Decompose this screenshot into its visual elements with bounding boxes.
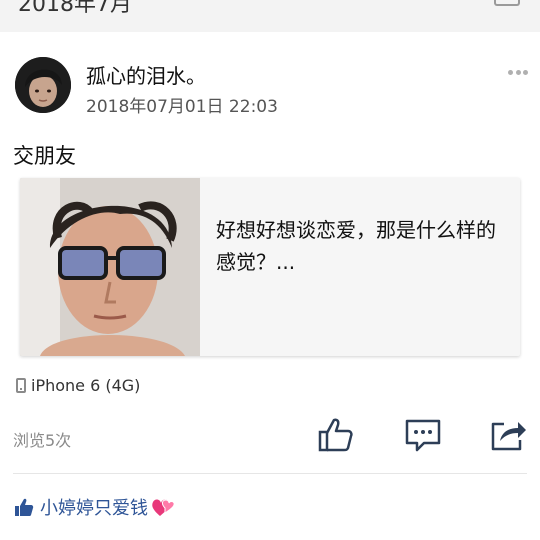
card-thumbnail [20, 178, 200, 356]
comment-icon [405, 419, 441, 452]
folder-icon[interactable] [494, 0, 520, 6]
link-card[interactable]: 好想好想谈恋爱，那是什么样的感觉？... [20, 178, 520, 356]
comment-button[interactable] [404, 416, 442, 454]
share-icon [491, 422, 526, 451]
post-text: 交朋友 [13, 144, 76, 168]
more-options-icon[interactable] [508, 68, 528, 76]
card-title: 好想好想谈恋爱，那是什么样的感觉？... [216, 218, 496, 274]
device-label: iPhone 6 (4G) [31, 375, 141, 395]
user-name[interactable]: 孤心的泪水。 [86, 60, 206, 89]
device-info: iPhone 6 (4G) [16, 373, 140, 397]
thumbs-up-icon [318, 418, 353, 452]
likes-row: 小婷婷只爱钱 [14, 493, 175, 521]
liked-by-name[interactable]: 小婷婷只爱钱 [40, 494, 148, 520]
view-count: 浏览5次 [13, 431, 72, 450]
divider [13, 473, 527, 474]
share-button[interactable] [490, 416, 528, 454]
avatar[interactable] [15, 57, 71, 113]
month-label: 2018年7月 [18, 0, 132, 17]
post-timestamp: 2018年07月01日 22:03 [86, 97, 278, 117]
card-thumbnail-image [20, 178, 200, 356]
avatar-image [15, 57, 71, 113]
heart-icon [152, 499, 175, 516]
month-header: 2018年7月 [0, 0, 540, 32]
thumbs-up-icon [15, 498, 34, 516]
phone-icon [16, 377, 26, 393]
like-button[interactable] [317, 416, 355, 454]
post-page: 2018年7月 孤心的泪水。 2018年07月01日 22:03 交朋友 好想好… [0, 0, 540, 540]
